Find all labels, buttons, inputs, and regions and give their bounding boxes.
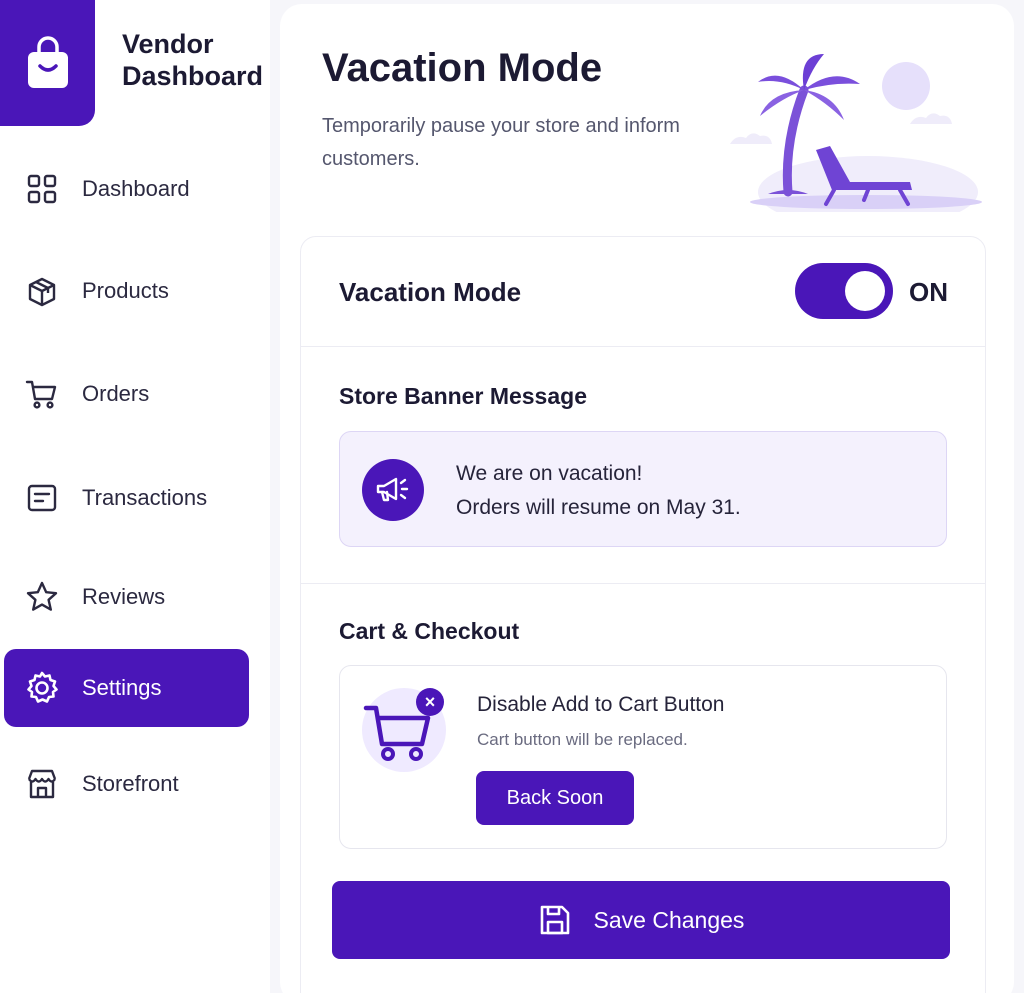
vacation-mode-toggle[interactable] [795,263,893,319]
brand: Vendor Dashboard [0,0,270,126]
sidebar-item-label: Storefront [82,771,179,796]
sidebar-item-reviews[interactable]: Reviews [4,558,249,636]
beach-illustration [728,42,988,228]
gear-icon [24,670,60,706]
shopping-bag-logo [0,0,95,126]
banner-line-1: We are on vacation! [456,462,643,485]
cart-section-title: Cart & Checkout [339,618,520,644]
sidebar-item-storefront[interactable]: Storefront [4,745,249,823]
sidebar-item-products[interactable]: Products [4,252,249,330]
banner-line-2: Orders will resume on May 31. [456,496,741,519]
sidebar-item-label: Transactions [82,485,208,510]
close-icon: × [416,688,444,716]
cart-option-description: Cart button will be replaced. [477,730,688,749]
shopping-bag-icon [27,36,68,88]
sidebar-item-label: Orders [82,381,150,406]
save-icon [540,905,569,935]
back-soon-button[interactable]: Back Soon [476,771,634,825]
vacation-settings-card: Vacation Mode ON Store Banner Message We… [300,236,986,993]
receipt-icon [24,480,60,516]
banner-section-title: Store Banner Message [339,383,587,409]
store-icon [24,766,60,802]
sidebar-item-transactions[interactable]: Transactions [4,459,249,537]
page-title: Vacation Mode [322,46,603,90]
grid-icon [24,171,60,207]
section-divider [301,583,985,584]
vacation-toggle-label: Vacation Mode [339,277,522,307]
brand-title: Vendor Dashboard [122,28,263,92]
page-subtitle: Temporarily pause your store and inform … [322,115,680,170]
star-icon [24,579,60,615]
box-icon [24,273,60,309]
sidebar-item-label: Products [82,278,169,303]
main-panel: Vacation Mode Temporarily pause your sto… [280,4,1014,993]
sidebar-item-label: Settings [82,675,162,700]
toggle-knob [845,271,885,311]
disable-cart-option: × Disable Add to Cart Button Cart button… [339,665,947,849]
megaphone-icon [362,459,424,521]
sidebar-item-settings[interactable]: Settings [4,649,249,727]
sidebar-item-dashboard[interactable]: Dashboard [4,150,249,228]
banner-message-box[interactable]: We are on vacation! Orders will resume o… [339,431,947,547]
sidebar-item-orders[interactable]: Orders [4,355,249,433]
save-changes-button[interactable]: Save Changes [332,881,950,959]
vacation-toggle-row: Vacation Mode ON [301,237,985,347]
sidebar-item-label: Dashboard [82,176,190,201]
brand-title-line1: Vendor [122,29,214,59]
cart-icon [24,376,60,412]
sidebar-item-label: Reviews [82,584,166,609]
sidebar: Vendor Dashboard Dashboard Products Orde… [0,0,270,993]
brand-title-line2: Dashboard [122,61,264,91]
save-changes-label: Save Changes [593,906,745,933]
toggle-state-label: ON [909,277,948,307]
cart-option-title: Disable Add to Cart Button [477,693,725,716]
